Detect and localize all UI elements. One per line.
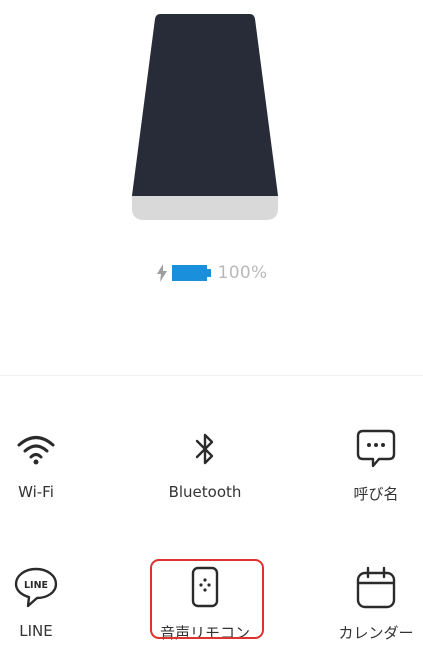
charging-bolt-icon [156, 264, 167, 282]
menu-item-bluetooth[interactable]: Bluetooth [145, 428, 265, 508]
menu-item-line[interactable]: LINE LINE [0, 566, 96, 646]
calendar-icon [356, 566, 396, 609]
selection-highlight [150, 559, 264, 639]
battery-icon [171, 265, 211, 281]
battery-percentage: 100% [217, 263, 268, 283]
menu-item-nickname[interactable]: 呼び名 [316, 428, 423, 508]
section-divider [0, 375, 423, 376]
svg-text:LINE: LINE [24, 580, 48, 591]
menu-item-label: 呼び名 [353, 485, 399, 503]
wifi-icon [17, 436, 55, 465]
line-icon: LINE [14, 567, 58, 608]
menu-item-label: Wi-Fi [18, 483, 54, 501]
chat-bubble-icon [356, 429, 396, 468]
bluetooth-icon [195, 433, 214, 465]
battery-status: 100% [0, 262, 423, 284]
menu-item-wifi[interactable]: Wi-Fi [0, 428, 96, 508]
menu-item-label: Bluetooth [168, 483, 242, 501]
device-illustration [132, 14, 278, 220]
menu-item-label: LINE [19, 622, 53, 640]
menu-item-calendar[interactable]: カレンダー [316, 566, 423, 646]
